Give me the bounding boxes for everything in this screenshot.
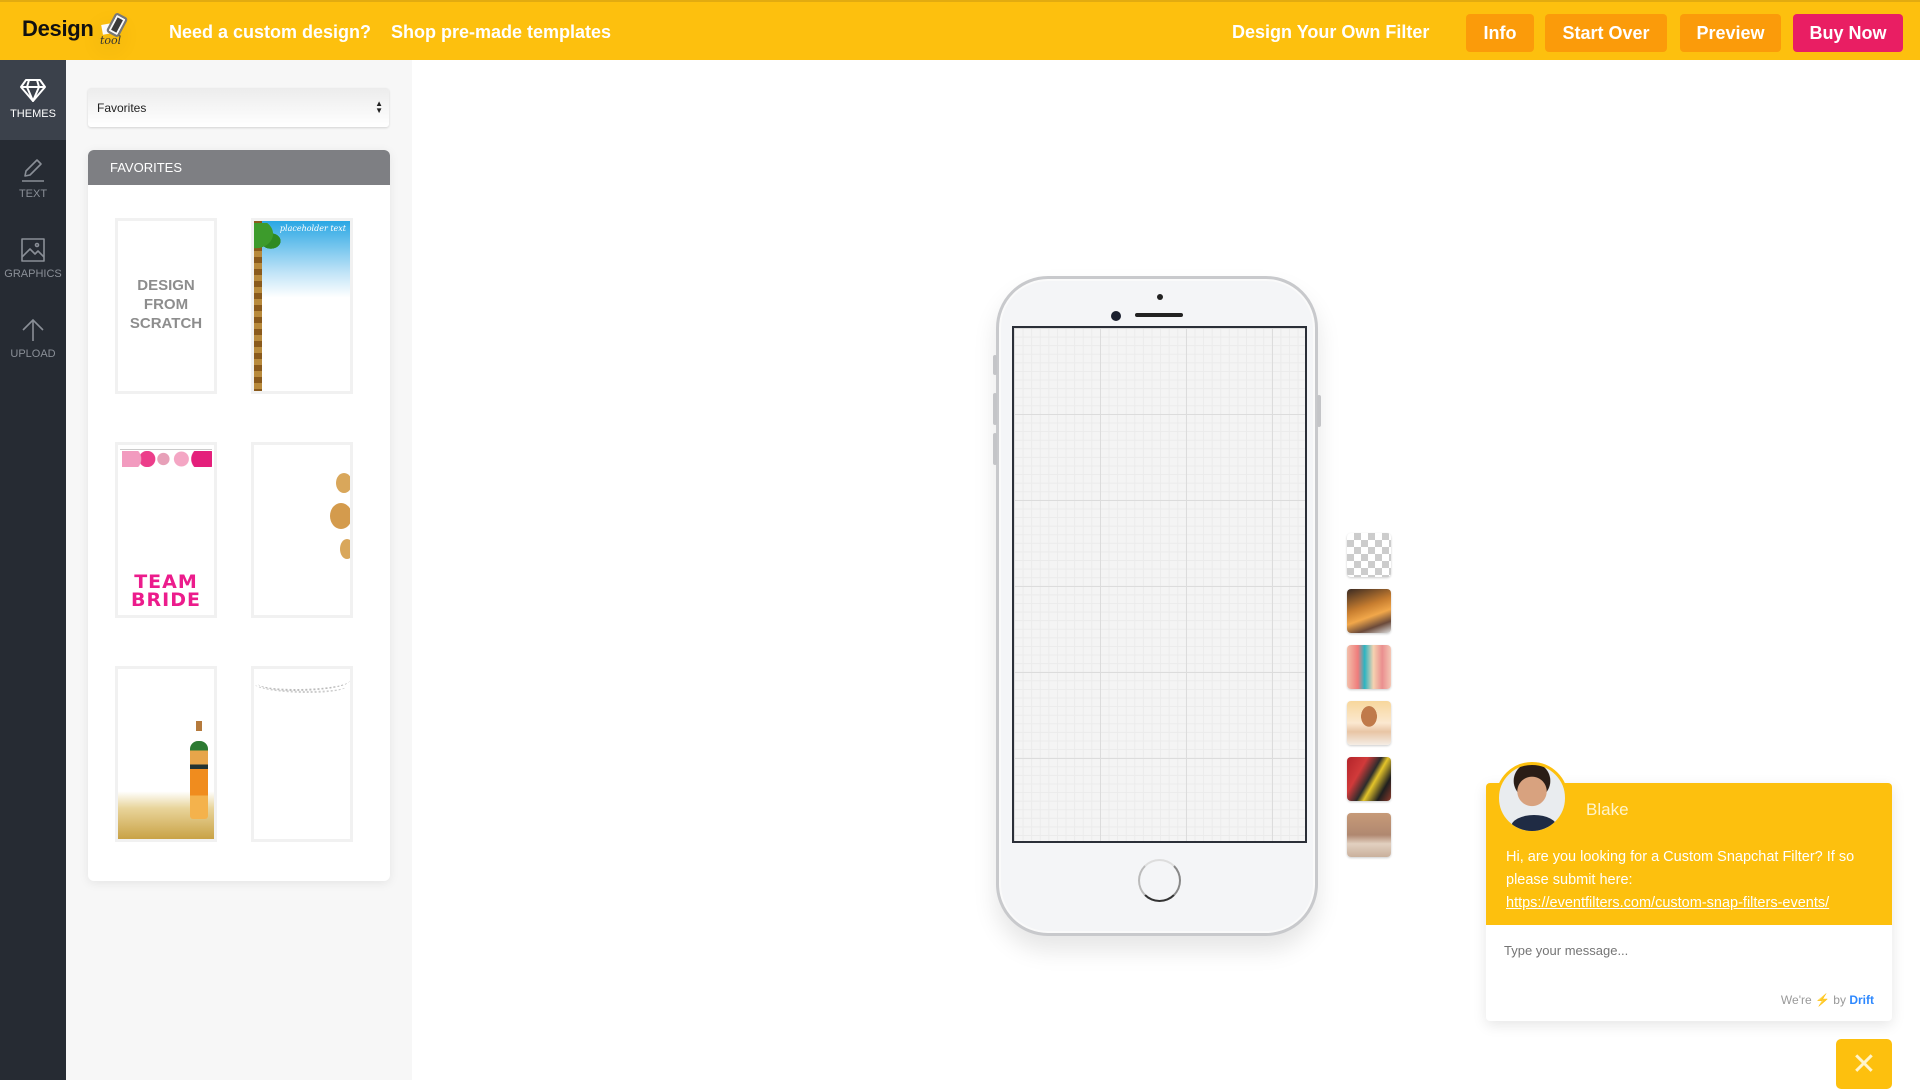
custom-design-link[interactable]: Need a custom design? <box>169 22 371 43</box>
template-design-from-scratch[interactable]: DESIGN FROM SCRATCH <box>115 218 217 394</box>
info-button[interactable]: Info <box>1466 14 1534 52</box>
sidebar-item-text[interactable]: TEXT <box>0 140 66 220</box>
chat-message-text: Hi, are you looking for a Custom Snapcha… <box>1506 849 1855 888</box>
favorites-card: FAVORITES DESIGN FROM SCRATCH placeholder … <box>88 150 390 881</box>
phone-volume-up <box>993 393 997 425</box>
agent-name: Blake <box>1586 800 1629 819</box>
phone-camera <box>1111 311 1121 321</box>
themes-panel: Favorites ▲ ▼ FAVORITES DESIGN FROM SCRATCH… <box>66 60 412 1080</box>
buy-now-button[interactable]: Buy Now <box>1793 14 1903 52</box>
drift-brand: Drift <box>1849 993 1874 1007</box>
chat-message-link[interactable]: https://eventfilters.com/custom-snap-fil… <box>1506 895 1829 911</box>
template-champagne[interactable] <box>115 666 217 842</box>
chat-header: Blake Hi, are you looking for a Custom S… <box>1486 762 1892 925</box>
team-bride-label: TEAM BRIDE <box>131 571 201 611</box>
credit-by: by <box>1833 993 1846 1007</box>
design-tool-logo[interactable]: Design tool <box>22 12 129 52</box>
close-icon: ✕ <box>1851 1046 1877 1082</box>
lightning-bolt-icon: ⚡ <box>1815 993 1830 1007</box>
palm-placeholder-text: placeholder text <box>279 224 346 233</box>
template-gold-balloons[interactable] <box>251 442 353 618</box>
select-arrows-icon: ▲ ▼ <box>375 99 383 115</box>
phone-home-button <box>1138 859 1181 902</box>
sidebar-item-themes[interactable]: THEMES <box>0 60 66 140</box>
background-wedding-feet-photo[interactable] <box>1347 813 1391 857</box>
image-icon <box>21 238 45 262</box>
champagne-bottle-graphic <box>190 741 208 819</box>
drift-chat-widget: Blake Hi, are you looking for a Custom S… <box>1486 762 1892 1021</box>
tool-sidebar: THEMES TEXT GRAPHICS UPLOAD <box>0 60 66 1080</box>
background-dancing-photo[interactable] <box>1347 757 1391 801</box>
balloon-graphic <box>340 539 350 559</box>
start-over-button[interactable]: Start Over <box>1545 14 1667 52</box>
balloon-graphic <box>330 503 350 529</box>
category-select[interactable]: Favorites ▲ ▼ <box>88 88 389 127</box>
phone-speaker <box>1135 313 1183 317</box>
template-palm-tree[interactable]: placeholder text <box>251 218 353 394</box>
pencil-icon <box>22 159 44 182</box>
background-restaurant-photo[interactable] <box>1347 589 1391 633</box>
background-birthday-girl-photo[interactable] <box>1347 701 1391 745</box>
sidebar-label-upload: UPLOAD <box>10 348 56 360</box>
cork-graphic <box>196 721 202 731</box>
sidebar-item-upload[interactable]: UPLOAD <box>0 300 66 380</box>
phone-power-button <box>1317 395 1321 427</box>
upload-arrow-icon <box>22 318 44 341</box>
drift-credit[interactable]: We're ⚡ by Drift <box>1781 993 1874 1007</box>
string-lights-graphic <box>254 677 346 693</box>
category-select-value: Favorites <box>97 100 147 115</box>
design-canvas[interactable] <box>1012 326 1307 843</box>
favorites-title: FAVORITES <box>88 150 390 185</box>
chat-message-input[interactable] <box>1504 943 1874 958</box>
sidebar-label-themes: THEMES <box>10 108 56 120</box>
sidebar-label-graphics: GRAPHICS <box>4 268 62 280</box>
credit-prefix: We're <box>1780 993 1812 1007</box>
lingerie-garland-graphic <box>122 451 212 467</box>
top-bar: Design tool Need a custom design? Shop p… <box>0 0 1920 60</box>
background-transparent[interactable] <box>1347 533 1391 577</box>
logo-subtext: tool <box>100 34 122 47</box>
phone-volume-down <box>993 433 997 465</box>
background-party-girls-photo[interactable] <box>1347 645 1391 689</box>
phone-mute-switch <box>993 355 997 375</box>
design-filter-label: Design Your Own Filter <box>1232 22 1430 42</box>
agent-avatar <box>1496 762 1568 834</box>
phone-mockup <box>993 276 1321 936</box>
template-string-lights[interactable] <box>251 666 353 842</box>
scratch-label: DESIGN FROM SCRATCH <box>129 277 203 332</box>
diamond-icon <box>20 79 46 102</box>
preview-button[interactable]: Preview <box>1680 14 1781 52</box>
balloon-graphic <box>336 473 350 493</box>
chat-message: Hi, are you looking for a Custom Snapcha… <box>1506 846 1886 915</box>
clothesline-graphic <box>120 449 212 450</box>
logo-text: Design <box>22 16 94 41</box>
shop-templates-link[interactable]: Shop pre-made templates <box>391 22 611 43</box>
phone-sensor <box>1157 294 1163 300</box>
template-team-bride[interactable]: TEAM BRIDE <box>115 442 217 618</box>
sidebar-item-graphics[interactable]: GRAPHICS <box>0 220 66 300</box>
sidebar-label-text: TEXT <box>18 188 48 200</box>
chat-close-button[interactable]: ✕ <box>1836 1039 1892 1089</box>
